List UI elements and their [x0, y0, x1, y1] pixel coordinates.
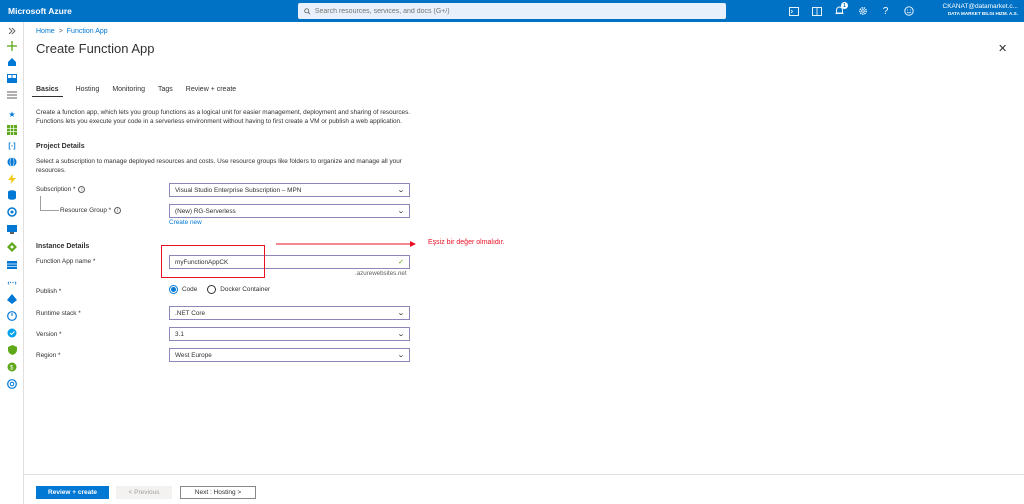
advisor-icon[interactable] — [5, 326, 19, 340]
top-bar: Microsoft Azure 1 ? CKANAT@datamarket.c.… — [0, 0, 1024, 22]
annotation-arrow — [276, 241, 416, 247]
help-support-icon[interactable] — [5, 377, 19, 391]
breadcrumb-function-app-link[interactable]: Function App — [67, 28, 108, 35]
domain-suffix: .azurewebsites.net — [355, 270, 407, 277]
create-resource-plus-icon[interactable] — [5, 39, 19, 53]
cosmos-db-icon[interactable] — [5, 205, 19, 219]
favorites-star-icon[interactable]: ★ — [5, 107, 19, 121]
virtual-networks-icon[interactable]: ‹··› — [5, 276, 19, 290]
next-hosting-button[interactable]: Next : Hosting > — [180, 486, 256, 499]
left-rail: ★ [◦] ‹··› $ — [0, 22, 24, 504]
monitor-icon[interactable] — [5, 309, 19, 323]
search-input[interactable] — [314, 7, 726, 15]
resource-group-info-icon[interactable]: i — [114, 207, 122, 214]
region-label: Region * — [36, 352, 61, 359]
publish-code-label[interactable]: Code — [182, 286, 197, 293]
publish-radio-group: Code Docker Container — [169, 285, 270, 294]
dashboard-icon[interactable] — [5, 71, 19, 85]
notification-badge: 1 — [841, 2, 848, 9]
wizard-tabs: Basics Hosting Monitoring Tags Review + … — [32, 86, 249, 97]
version-select[interactable]: 3.1 ⌄ — [169, 327, 410, 341]
page-title: Create Function App — [36, 41, 155, 56]
azure-ad-icon[interactable] — [5, 292, 19, 306]
breadcrumb-home-link[interactable]: Home — [36, 28, 55, 35]
resource-groups-icon[interactable]: [◦] — [5, 139, 19, 153]
all-services-list-icon[interactable] — [5, 88, 19, 102]
version-label: Version * — [36, 331, 62, 338]
footer-bar: Review + create < Previous Next : Hostin… — [24, 474, 1024, 504]
notifications-bell-icon[interactable]: 1 — [829, 2, 850, 19]
runtime-stack-label: Runtime stack * — [36, 310, 81, 317]
resource-group-label-text: Resource Group * — [60, 207, 112, 214]
close-icon[interactable]: ✕ — [998, 42, 1007, 55]
subscription-info-icon[interactable]: i — [78, 186, 86, 193]
sql-database-icon[interactable] — [5, 188, 19, 202]
tab-review-create[interactable]: Review + create — [186, 86, 236, 97]
tab-hosting[interactable]: Hosting — [76, 86, 100, 97]
subscription-select[interactable]: Visual Studio Enterprise Subscription – … — [169, 183, 410, 197]
region-select[interactable]: West Europe ⌄ — [169, 348, 410, 362]
subscription-label: Subscription * i — [36, 186, 86, 193]
publish-docker-label[interactable]: Docker Container — [220, 286, 270, 293]
chevron-down-icon: ⌄ — [396, 331, 406, 338]
chevron-down-icon: ⌄ — [396, 187, 406, 194]
annotation-highlight-box — [161, 245, 265, 278]
cloud-shell-icon[interactable] — [783, 3, 804, 19]
previous-button[interactable]: < Previous — [116, 486, 172, 499]
chevron-down-icon: ⌄ — [396, 208, 406, 215]
publish-code-radio[interactable] — [169, 285, 178, 294]
review-create-button[interactable]: Review + create — [36, 486, 109, 499]
create-new-link[interactable]: Create new — [169, 219, 202, 226]
chevron-down-icon: ⌄ — [396, 352, 406, 359]
annotation-note: Eşsiz bir değer olmalıdır. — [428, 239, 505, 246]
all-resources-grid-icon[interactable] — [5, 123, 19, 137]
search-icon — [304, 7, 311, 15]
tab-tags[interactable]: Tags — [158, 86, 173, 97]
resource-group-select[interactable]: (New) RG-Serverless ⌄ — [169, 204, 410, 218]
publish-label: Publish * — [36, 288, 62, 295]
region-value: West Europe — [175, 351, 212, 359]
runtime-stack-value: .NET Core — [175, 309, 206, 317]
virtual-machine-icon[interactable] — [5, 222, 19, 236]
home-icon[interactable] — [5, 55, 19, 69]
runtime-stack-select[interactable]: .NET Core ⌄ — [169, 306, 410, 320]
chevron-down-icon: ⌄ — [396, 310, 406, 317]
security-center-shield-icon[interactable] — [5, 343, 19, 357]
tab-monitoring[interactable]: Monitoring — [112, 86, 145, 97]
settings-gear-icon[interactable] — [852, 3, 873, 19]
function-app-bolt-icon[interactable] — [5, 172, 19, 186]
project-details-description: Select a subscription to manage deployed… — [36, 158, 402, 174]
intro-description: Create a function app, which lets you gr… — [36, 109, 411, 125]
top-icons: 1 ? — [783, 2, 919, 19]
tab-basics[interactable]: Basics — [32, 86, 63, 97]
user-account[interactable]: CKANAT@datamarket.c... DATA MARKET BILGI… — [943, 3, 1018, 16]
user-org: DATA MARKET BILGI HIZM. A.S. — [947, 11, 1018, 16]
storage-accounts-icon[interactable] — [5, 258, 19, 272]
function-app-name-label: Function App name * — [36, 258, 96, 265]
directory-filter-icon[interactable] — [806, 3, 827, 19]
publish-docker-radio[interactable] — [207, 285, 217, 294]
app-services-globe-icon[interactable] — [5, 155, 19, 169]
subscription-label-text: Subscription * — [36, 186, 76, 193]
cost-management-icon[interactable]: $ — [5, 360, 19, 374]
feedback-smiley-icon[interactable] — [898, 3, 919, 19]
app-title[interactable]: Microsoft Azure — [0, 6, 290, 16]
tree-connector — [40, 196, 59, 211]
search-box[interactable] — [298, 3, 726, 19]
help-question-icon[interactable]: ? — [875, 3, 896, 19]
version-value: 3.1 — [175, 330, 184, 338]
user-email: CKANAT@datamarket.c... — [942, 3, 1018, 10]
instance-details-heading: Instance Details — [36, 243, 90, 250]
resource-group-value: (New) RG-Serverless — [175, 207, 236, 215]
expand-menu-icon[interactable] — [5, 24, 19, 38]
load-balancer-icon[interactable] — [5, 240, 19, 254]
project-details-heading: Project Details — [36, 143, 85, 150]
subscription-value: Visual Studio Enterprise Subscription – … — [175, 186, 302, 194]
breadcrumb: Home > Function App — [36, 28, 108, 35]
resource-group-label: Resource Group * i — [60, 207, 122, 214]
breadcrumb-separator: > — [58, 28, 63, 35]
checkmark-icon: ✓ — [398, 259, 404, 266]
